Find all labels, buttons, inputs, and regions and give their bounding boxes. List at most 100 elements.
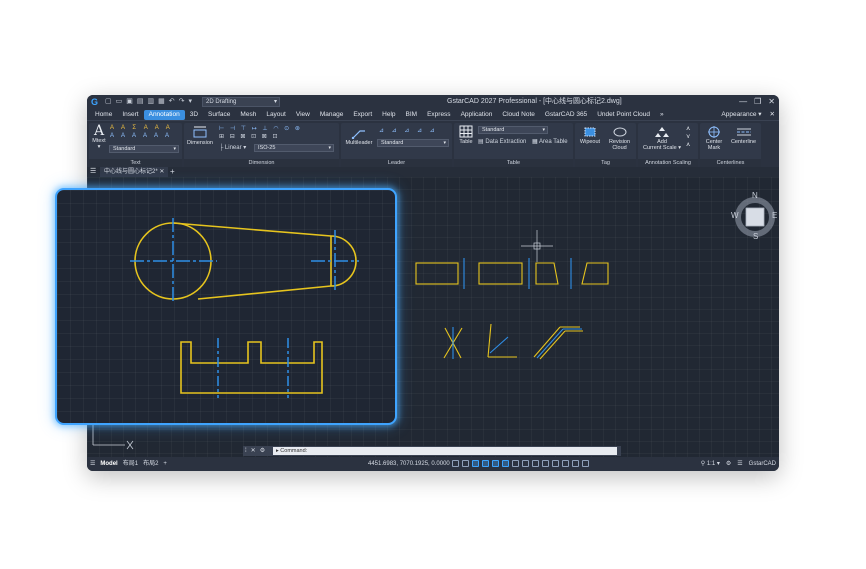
otrack-toggle-icon[interactable]	[502, 460, 509, 467]
workspace-select[interactable]: 2D Drafting ▾	[202, 97, 280, 107]
polar-toggle-icon[interactable]	[482, 460, 489, 467]
tab-bim[interactable]: BIM	[401, 110, 423, 120]
area-table-button[interactable]: ▦ Area Table	[532, 138, 568, 145]
undo-icon[interactable]: ↶	[169, 97, 175, 107]
tab-mesh[interactable]: Mesh	[235, 110, 261, 120]
tab-help[interactable]: Help	[377, 110, 400, 120]
text-tools-row2[interactable]: A A A A A A	[110, 133, 172, 139]
multileader-icon	[351, 130, 365, 139]
plot-icon[interactable]: ▦	[158, 97, 165, 107]
app-logo-icon[interactable]: G	[91, 97, 101, 107]
save-icon[interactable]: ▣	[126, 97, 133, 107]
tab-home[interactable]: Home	[90, 110, 117, 120]
tab-layout1[interactable]: 布局1	[123, 457, 138, 471]
workspace-switch-icon[interactable]	[582, 460, 589, 467]
ortho-toggle-icon[interactable]	[472, 460, 479, 467]
chevron-down-icon: ▾	[97, 144, 101, 150]
save-as-icon[interactable]: ▤	[137, 97, 144, 107]
panel-text: A Mtext ▾ A A Σ A A A A A A A A A Standa…	[89, 123, 182, 167]
selection-cycling-icon[interactable]	[532, 460, 539, 467]
settings-gear-icon[interactable]: ⚙	[726, 457, 731, 471]
dimension-tools-row2[interactable]: ⊞ ⊟ ⊠ ⊡ ⊠ ⊡	[219, 133, 280, 140]
tab-model[interactable]: Model	[100, 457, 117, 471]
scaling-tools[interactable]: ⋏ ⋎ ⋏	[686, 125, 690, 149]
slot-centerlines	[217, 338, 289, 398]
panel-close-icon[interactable]: ✕	[770, 109, 775, 120]
maximize-icon[interactable]: ❐	[754, 96, 761, 107]
tab-manage[interactable]: Manage	[315, 110, 349, 120]
close-icon[interactable]: ✕	[251, 446, 256, 456]
hamburger-icon[interactable]: ☰	[90, 457, 95, 471]
customize-icon[interactable]: ☰	[737, 457, 742, 471]
redo-icon[interactable]: ↷	[179, 97, 185, 107]
mtext-button[interactable]: A Mtext ▾	[91, 124, 107, 150]
table-button[interactable]: Table	[456, 125, 476, 145]
grid-toggle-icon[interactable]	[452, 460, 459, 467]
dynamic-input-icon[interactable]	[542, 460, 549, 467]
status-bar: ☰ Model 布局1 布局2 + 4451.6983, 7070.1925, …	[87, 457, 779, 471]
revision-cloud-button[interactable]: Revision Cloud	[605, 126, 634, 151]
tab-undet-point-cloud[interactable]: Undet Point Cloud	[592, 110, 655, 120]
tab-insert[interactable]: Insert	[117, 110, 143, 120]
add-current-scale-button[interactable]: Add Current Scale ▾	[640, 126, 684, 151]
tab-export[interactable]: Export	[348, 110, 377, 120]
add-layout-plus-icon[interactable]: +	[163, 457, 167, 471]
document-tab[interactable]: 中心线与圆心标记2* ✕	[100, 167, 169, 177]
open-file-icon[interactable]: ▭	[116, 97, 123, 107]
close-icon[interactable]: ✕	[768, 96, 775, 107]
table-style-select[interactable]: Standard ▾	[478, 126, 548, 134]
text-style-value: Standard	[113, 146, 136, 152]
new-tab-plus-icon[interactable]: +	[170, 167, 175, 177]
units-icon[interactable]	[562, 460, 569, 467]
scale-icon	[655, 127, 669, 137]
annotation-scale[interactable]: ⚲ 1:1 ▾	[701, 457, 720, 471]
tab-surface[interactable]: Surface	[203, 110, 235, 120]
osnap-toggle-icon[interactable]	[492, 460, 499, 467]
text-tools-row1[interactable]: A A Σ A A A	[110, 125, 173, 131]
viewcube-north[interactable]: N	[752, 191, 758, 200]
hamburger-icon[interactable]: ☰	[90, 167, 96, 177]
command-input[interactable]: ▸ Command:	[273, 447, 617, 455]
tab-gstarcad-365[interactable]: GstarCAD 365	[540, 110, 592, 120]
viewcube-west[interactable]: W	[731, 211, 739, 220]
viewcube-east[interactable]: E	[772, 211, 777, 220]
tab-layout[interactable]: Layout	[261, 110, 291, 120]
data-extraction-button[interactable]: ▤ Data Extraction	[478, 138, 526, 145]
annotation-monitor-icon[interactable]	[552, 460, 559, 467]
tab-express[interactable]: Express	[422, 110, 455, 120]
tab-application[interactable]: Application	[456, 110, 498, 120]
highlight-callout	[55, 188, 397, 425]
grip-icon[interactable]: ⁞	[245, 446, 247, 456]
quick-properties-icon[interactable]	[572, 460, 579, 467]
table-label: Table	[459, 139, 473, 145]
multileader-button[interactable]: Multileader	[343, 127, 375, 146]
tab-overflow[interactable]: »	[655, 110, 669, 120]
tab-view[interactable]: View	[291, 110, 315, 120]
gear-icon[interactable]: ⚙	[260, 446, 265, 456]
center-mark-button[interactable]: Center Mark	[701, 126, 727, 151]
tab-annotation[interactable]: Annotation	[143, 109, 185, 120]
print-icon[interactable]: ▥	[148, 97, 155, 107]
snap-toggle-icon[interactable]	[462, 460, 469, 467]
centerline-button[interactable]: Centerline	[727, 126, 760, 145]
lineweight-toggle-icon[interactable]	[512, 460, 519, 467]
dimension-style-select[interactable]: ISO-25 ▾	[254, 144, 334, 152]
tab-cloud-note[interactable]: Cloud Note	[497, 110, 540, 120]
tab-layout2[interactable]: 布局2	[143, 457, 158, 471]
new-file-icon[interactable]: ▢	[105, 97, 112, 107]
dimension-button[interactable]: Dimension	[186, 125, 214, 146]
transparency-toggle-icon[interactable]	[522, 460, 529, 467]
dropdown-icon[interactable]: ▾	[189, 97, 193, 107]
wipeout-button[interactable]: Wipeout	[576, 126, 604, 145]
leader-style-select[interactable]: Standard ▾	[377, 139, 449, 147]
appearance-menu[interactable]: Appearance ▾	[721, 109, 761, 120]
panel-tag: Wipeout Revision Cloud Tag	[575, 123, 636, 167]
tab-3d[interactable]: 3D	[185, 110, 203, 120]
ribbon-tabs: Home Insert Annotation 3D Surface Mesh L…	[87, 109, 779, 120]
minimize-icon[interactable]: —	[739, 96, 747, 107]
leader-tools[interactable]: ⊿ ⊿ ⊿ ⊿ ⊿	[379, 127, 438, 134]
dimension-tools-row1[interactable]: ⊢ ⊣ ⊤ ↦ ⊥ ◠ ⊙ ⊛	[219, 125, 302, 132]
viewcube-south[interactable]: S	[753, 232, 758, 241]
text-style-select[interactable]: Standard ▾	[109, 145, 179, 153]
linear-select[interactable]: ├ Linear ▾	[219, 144, 246, 151]
